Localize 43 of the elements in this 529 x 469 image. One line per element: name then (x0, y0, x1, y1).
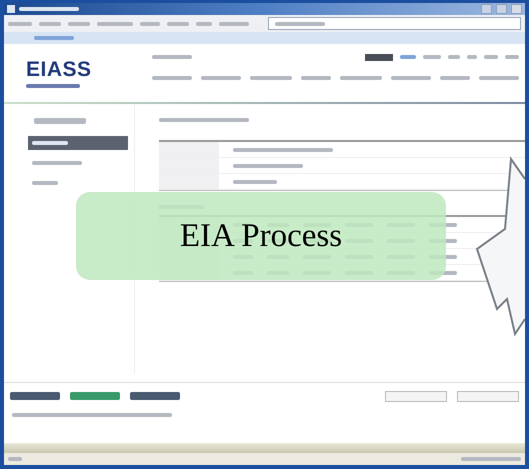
app-icon (7, 5, 15, 13)
blurred-text (152, 55, 192, 59)
minimize-button[interactable] (481, 4, 492, 14)
blurred-text (34, 36, 74, 40)
blurred-text (250, 76, 292, 80)
blurred-text (219, 22, 249, 26)
maximize-button[interactable] (496, 4, 507, 14)
blurred-text (8, 22, 32, 26)
blurred-text (467, 55, 477, 59)
blurred-text (400, 55, 416, 59)
blurred-text (26, 84, 80, 88)
blurred-text (68, 22, 90, 26)
dropdown-field[interactable] (385, 390, 447, 402)
blurred-text (167, 22, 189, 26)
blurred-text (196, 22, 212, 26)
banner-title: EIA Process (180, 218, 342, 254)
dropdown-field[interactable] (457, 390, 519, 402)
footer-logo (130, 392, 180, 400)
blurred-text (201, 76, 241, 80)
blurred-text (484, 55, 498, 59)
address-field[interactable] (268, 17, 521, 30)
blurred-text (440, 76, 470, 80)
blurred-text (365, 54, 393, 60)
blurred-text (97, 22, 133, 26)
footer-logo (10, 392, 60, 400)
close-button[interactable] (511, 4, 522, 14)
blurred-text (391, 76, 431, 80)
blurred-text (19, 7, 79, 11)
footer-logo (70, 392, 120, 400)
sidebar-item[interactable] (28, 136, 128, 150)
blurred-text (275, 22, 325, 26)
blurred-text (505, 55, 519, 59)
blurred-text (340, 76, 382, 80)
blurred-text (140, 22, 160, 26)
blurred-text (152, 76, 192, 80)
blurred-text (448, 55, 460, 59)
blurred-text (423, 55, 441, 59)
blurred-text (479, 76, 519, 80)
blurred-text (39, 22, 61, 26)
site-logo[interactable]: EIASS (26, 58, 92, 80)
horizontal-scrollbar[interactable] (4, 443, 525, 453)
blurred-text (301, 76, 331, 80)
blurred-text (34, 118, 86, 124)
